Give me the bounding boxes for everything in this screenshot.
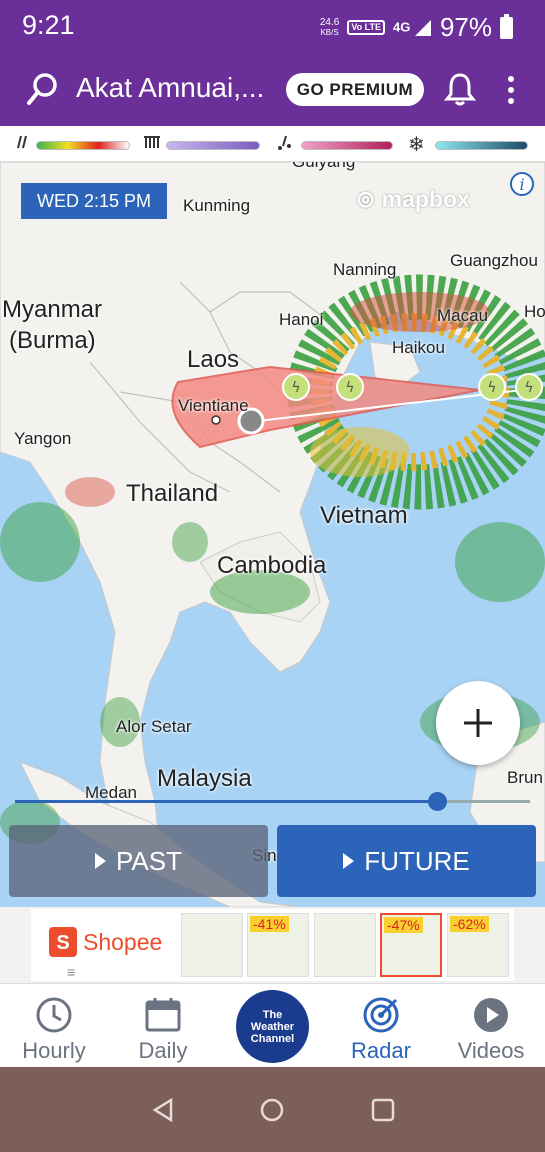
clock-icon: [36, 997, 72, 1033]
nav-videos[interactable]: Videos: [441, 996, 541, 1064]
mapbox-icon: ⊚: [356, 186, 376, 212]
svg-text:i: i: [519, 175, 524, 194]
city-label: Ho: [524, 302, 545, 321]
shopee-bag-icon: S: [49, 927, 77, 957]
svg-text:ϟ: ϟ: [487, 380, 496, 396]
weather-channel-logo[interactable]: The Weather Channel: [236, 990, 309, 1063]
status-bar: 9:21 24.6 KB/S Vo LTE 4G 97%: [0, 0, 545, 52]
system-nav-bar: [0, 1067, 545, 1152]
nav-hourly[interactable]: Hourly: [4, 996, 104, 1064]
timeline-progress: [15, 800, 438, 803]
rain-scale: [36, 141, 130, 150]
status-time: 9:21: [22, 10, 75, 40]
city-label: Vientiane: [178, 396, 249, 415]
city-label: Guiyang: [292, 162, 355, 172]
ad-product[interactable]: -41%: [247, 913, 309, 977]
storm-marker-icon[interactable]: ϟ: [477, 372, 507, 402]
zoom-in-button[interactable]: [436, 681, 520, 765]
nav-daily[interactable]: Daily: [113, 996, 213, 1064]
play-icon: [95, 853, 106, 869]
ad-product[interactable]: [314, 913, 376, 977]
snow-scale: [435, 141, 528, 150]
storm-marker-icon[interactable]: ϟ: [514, 372, 544, 402]
app-bar: Akat Amnuai,... GO PREMIUM: [0, 52, 545, 126]
svg-text:ϟ: ϟ: [524, 380, 533, 396]
search-icon[interactable]: [26, 72, 58, 106]
svg-text:ϟ: ϟ: [291, 380, 300, 396]
menu-lines-icon: ≡: [67, 964, 76, 980]
ice-scale: [301, 141, 393, 150]
home-icon[interactable]: [259, 1097, 285, 1123]
svg-text:ϟ: ϟ: [345, 380, 354, 396]
nav-videos-label: Videos: [457, 1038, 525, 1063]
bottom-nav: Hourly Daily The Weather Channel Radar V…: [0, 983, 545, 1067]
more-options-icon[interactable]: [500, 74, 522, 106]
radar-icon: [363, 997, 399, 1033]
country-label: Cambodia: [217, 552, 327, 579]
mix-scale: [166, 141, 260, 150]
timestamp-badge: WED 2:15 PM: [21, 183, 167, 219]
ice-icon: [278, 135, 291, 150]
country-label: Laos: [187, 346, 240, 373]
city-label: Haikou: [392, 338, 445, 357]
country-label: Vietnam: [320, 502, 408, 529]
ad-content[interactable]: S Shopee ≡ -41% -47% -62%: [31, 909, 514, 981]
volte-icon: Vo LTE: [347, 20, 385, 35]
ad-brand: Shopee: [83, 929, 163, 955]
storm-marker-icon[interactable]: ϟ: [335, 372, 365, 402]
country-label: Malaysia: [157, 765, 252, 792]
location-title[interactable]: Akat Amnuai,...: [76, 72, 264, 104]
play-circle-icon: [474, 998, 508, 1032]
city-label: Kunming: [183, 196, 251, 215]
nav-daily-label: Daily: [138, 1038, 188, 1063]
bell-icon[interactable]: [444, 72, 476, 106]
mapbox-logo: ⊚ mapbox: [356, 186, 470, 212]
battery-icon: [500, 13, 513, 39]
ad-product[interactable]: -62%: [447, 913, 509, 977]
city-label: Hanoi: [279, 310, 324, 329]
city-label: Alor Setar: [116, 717, 192, 736]
ad-product[interactable]: -47%: [380, 913, 442, 977]
city-label: Macau: [437, 306, 489, 325]
battery-percent: 97%: [439, 12, 492, 42]
ad-product[interactable]: [181, 913, 243, 977]
past-button[interactable]: PAST: [9, 825, 268, 897]
play-icon: [343, 853, 355, 869]
city-label: Nanning: [333, 260, 397, 279]
future-button[interactable]: FUTURE: [277, 825, 536, 897]
map-canvas: [0, 162, 545, 907]
calendar-icon: [145, 998, 181, 1032]
nav-radar-label: Radar: [351, 1038, 411, 1063]
city-label: Guangzhou: [450, 251, 538, 270]
nav-hourly-label: Hourly: [22, 1038, 86, 1063]
nav-radar[interactable]: Radar: [331, 996, 431, 1064]
country-label: Myanmar: [2, 296, 103, 323]
back-icon[interactable]: [150, 1097, 176, 1123]
plus-icon: [464, 709, 492, 737]
mix-icon: [144, 136, 160, 148]
signal-icon: 4G: [393, 19, 432, 37]
precip-legend: ❄: [0, 126, 545, 162]
country-label: Thailand: [126, 480, 219, 507]
storm-marker-icon[interactable]: ϟ: [281, 372, 311, 402]
recents-icon[interactable]: [370, 1097, 396, 1123]
info-icon[interactable]: i: [509, 171, 535, 197]
ad-banner[interactable]: S Shopee ≡ -41% -47% -62%: [0, 907, 545, 983]
city-label: Yangon: [14, 429, 72, 448]
country-label: (Burma): [9, 327, 96, 354]
city-label: Brun: [507, 768, 543, 787]
go-premium-button[interactable]: GO PREMIUM: [286, 73, 424, 106]
rain-icon: [17, 135, 27, 149]
radar-map[interactable]: ϟ ϟ ϟ ϟ Guiyang Kunming Nanning Guangzho…: [0, 162, 545, 907]
snow-icon: ❄: [408, 134, 425, 156]
network-speed: 24.6 KB/S: [319, 16, 340, 37]
status-icons: 24.6 KB/S Vo LTE 4G 97%: [320, 12, 513, 43]
